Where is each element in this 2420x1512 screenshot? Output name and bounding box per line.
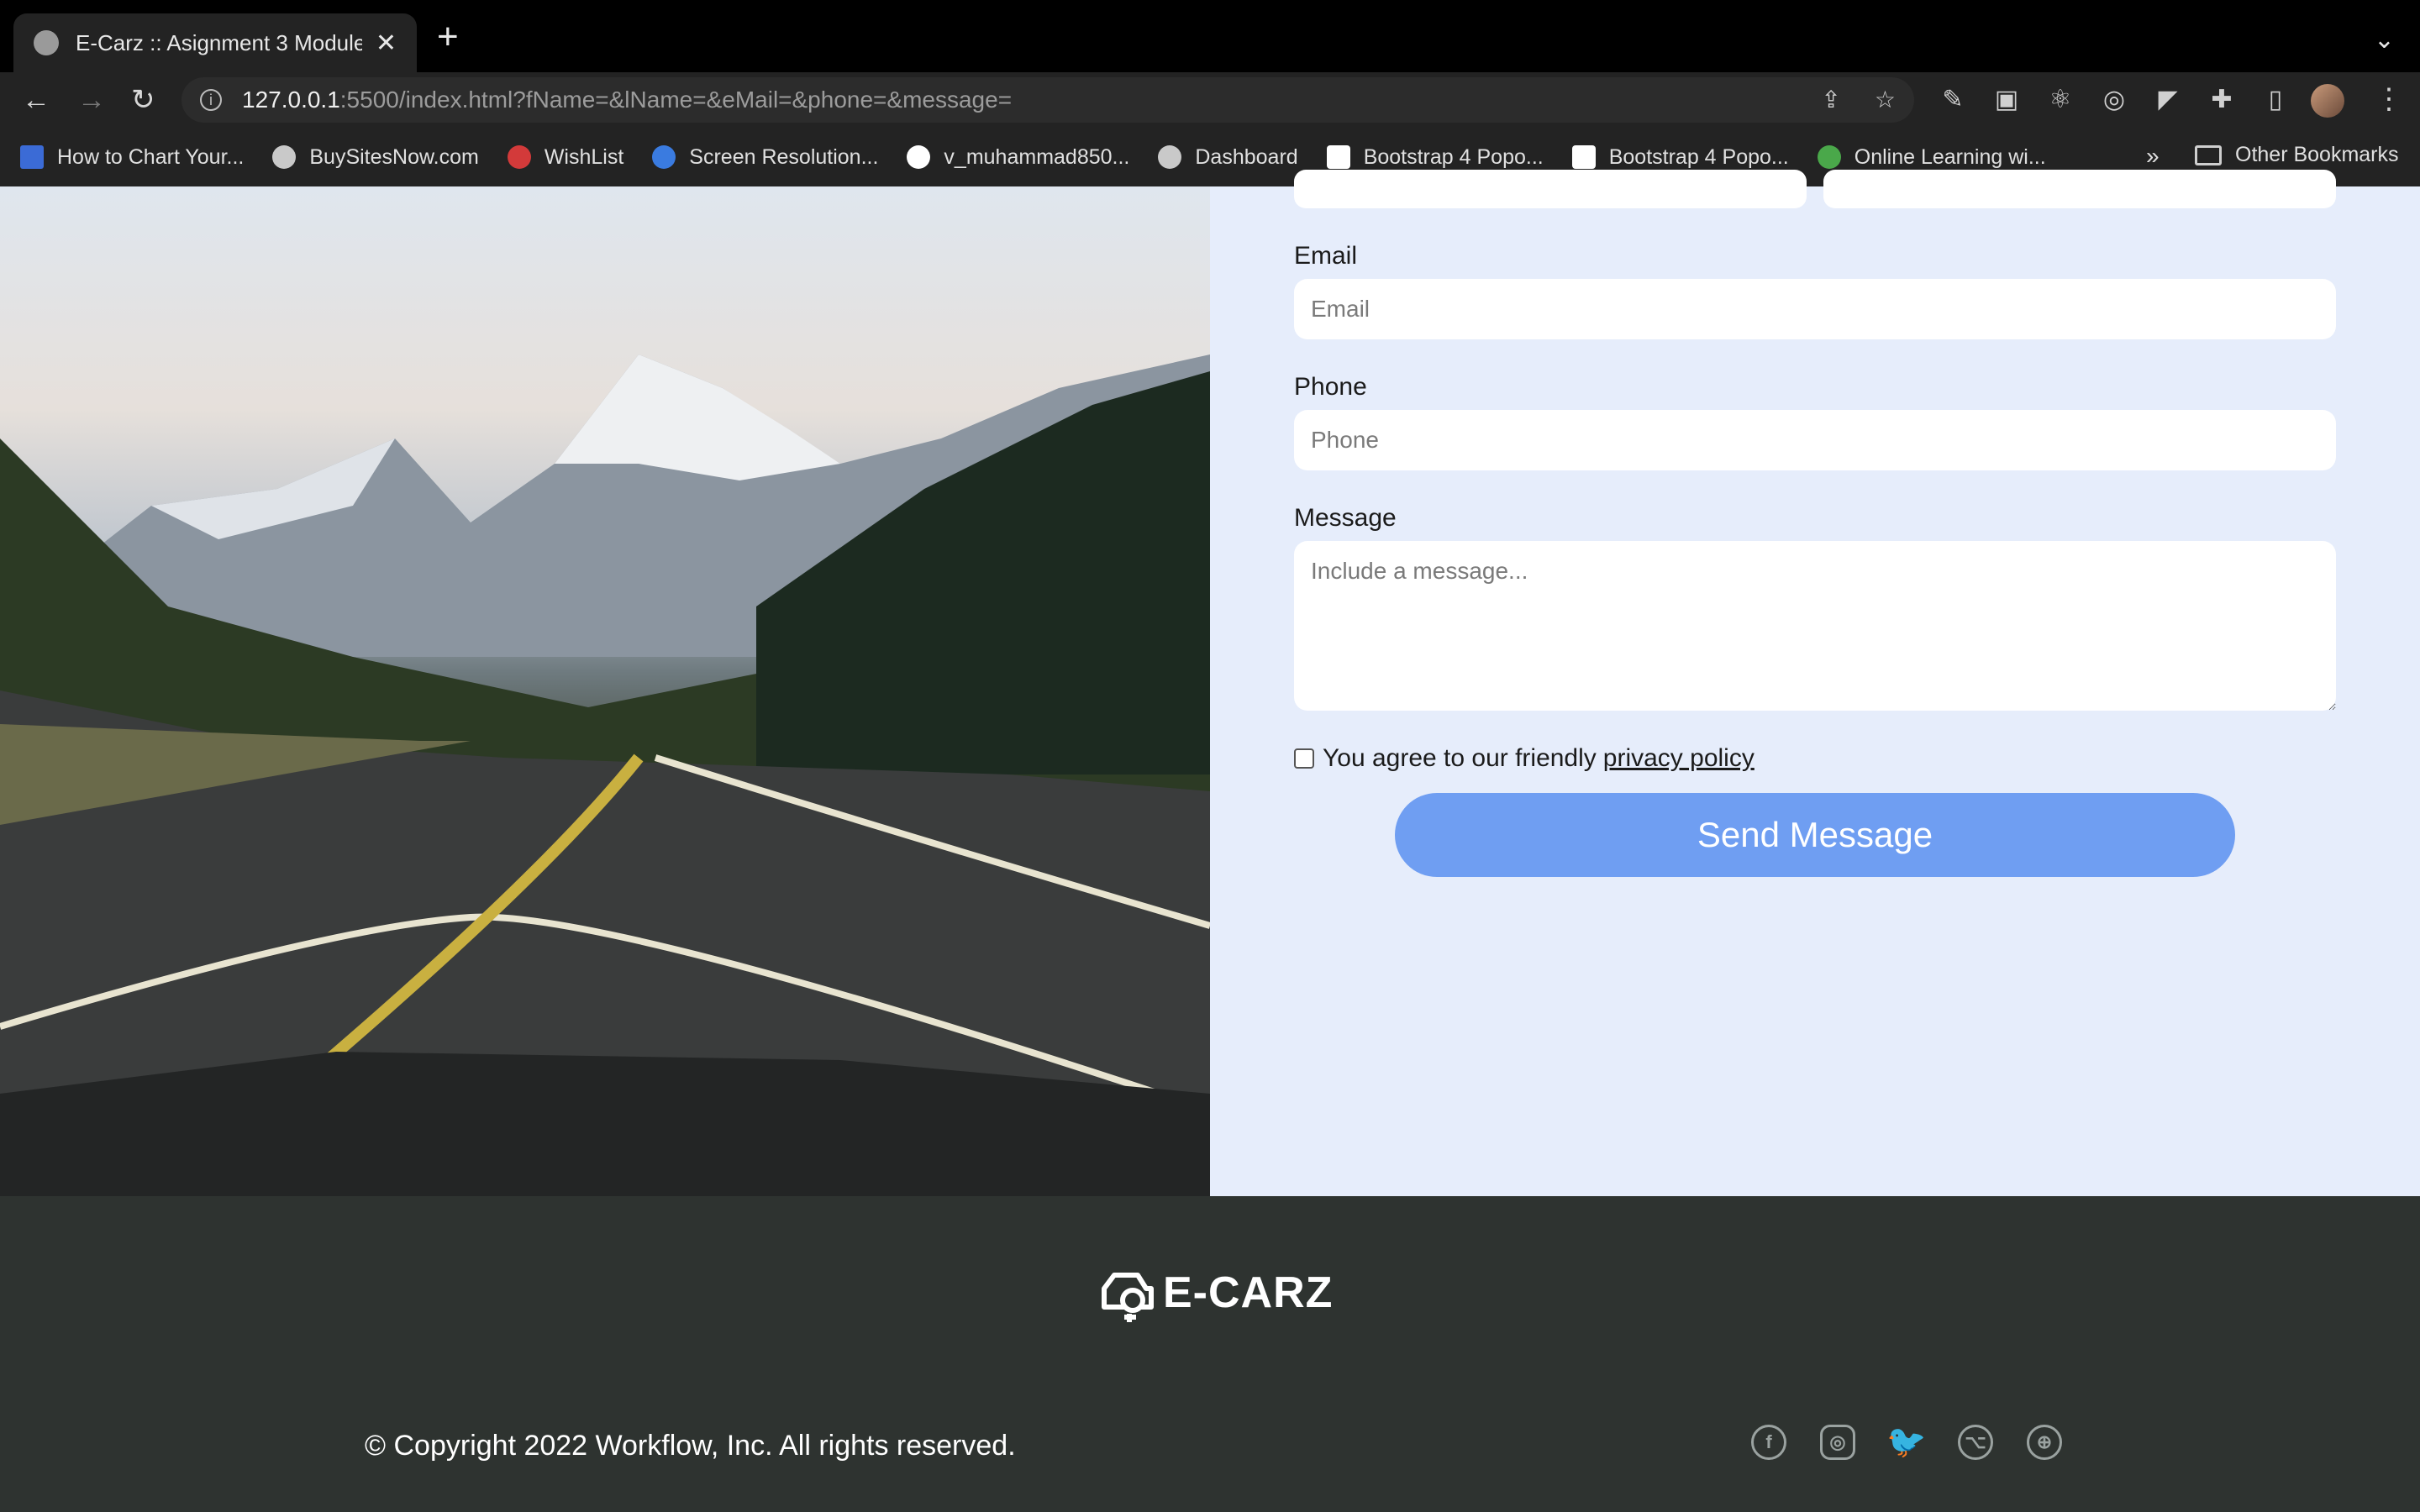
message-label: Message xyxy=(1294,504,1397,532)
phone-label: Phone xyxy=(1294,373,1367,401)
bookmark-favicon-icon xyxy=(20,145,44,169)
instagram-icon[interactable]: ◎ xyxy=(1820,1425,1855,1460)
info-icon[interactable]: i xyxy=(200,89,222,111)
ecarz-logo[interactable]: E-CARZ xyxy=(1099,1263,1333,1322)
browser-chrome: E-Carz :: Asignment 3 Module ✕ + ⌄ ← → ↻… xyxy=(0,0,2420,186)
other-bookmarks[interactable]: Other Bookmarks xyxy=(2195,143,2399,167)
puzzle-icon[interactable]: ✚ xyxy=(2207,84,2237,114)
page-viewport: Email Phone Message You agree to our fri… xyxy=(0,170,2420,1512)
site-footer: E-CARZ © Copyright 2022 Workflow, Inc. A… xyxy=(0,1196,2420,1512)
bookmark-item[interactable]: Screen Resolution... xyxy=(652,145,878,170)
tab-strip: E-Carz :: Asignment 3 Module ✕ + ⌄ xyxy=(0,0,2420,72)
folder-icon xyxy=(2195,144,2222,165)
extensions-bar: ✎ ▣ ⚛ ◎ ◤ ✚ ▯ xyxy=(1938,84,2291,114)
address-bar[interactable]: i 127.0.0.1:5500/index.html?fName=&lName… xyxy=(182,77,1914,123)
close-icon[interactable]: ✕ xyxy=(376,29,397,58)
email-label: Email xyxy=(1294,242,1358,270)
bookmark-item[interactable]: Dashboard xyxy=(1158,145,1298,170)
message-field[interactable] xyxy=(1294,541,2336,711)
github-icon[interactable]: ⌥ xyxy=(1958,1425,1993,1460)
screen-resolution-icon xyxy=(652,145,676,169)
bookmark-item[interactable]: v_muhammad850... xyxy=(907,145,1129,170)
copyright-text: © Copyright 2022 Workflow, Inc. All righ… xyxy=(365,1430,1016,1462)
back-icon[interactable]: ← xyxy=(22,84,50,116)
contact-form: Email Phone Message You agree to our fri… xyxy=(1210,170,2420,1196)
globe-icon xyxy=(272,145,297,169)
play-icon xyxy=(1817,145,1841,169)
social-links: f ◎ 🐦 ⌥ ⊕ xyxy=(1751,1425,2062,1460)
react-extension-icon[interactable]: ⚛ xyxy=(2045,84,2075,114)
bookmark-item[interactable]: BuySitesNow.com xyxy=(272,145,479,170)
pen-extension-icon[interactable]: ✎ xyxy=(1938,84,1968,114)
profile-avatar[interactable] xyxy=(2311,84,2344,118)
email-field[interactable] xyxy=(1294,279,2336,339)
reload-icon[interactable]: ↻ xyxy=(131,84,155,116)
codepen-icon xyxy=(1326,145,1350,169)
target-extension-icon[interactable]: ◎ xyxy=(2099,84,2129,114)
bookmark-item[interactable]: Bootstrap 4 Popo... xyxy=(1571,145,1789,170)
car-plug-icon xyxy=(1102,1273,1154,1322)
bookmark-item[interactable]: Online Learning wi... xyxy=(1817,145,2046,170)
facebook-icon[interactable]: f xyxy=(1751,1425,1786,1460)
globe-icon xyxy=(34,30,59,55)
sidepanel-icon[interactable]: ▯ xyxy=(2260,84,2291,114)
twitter-icon[interactable]: 🐦 xyxy=(1886,1425,1926,1460)
active-tab[interactable]: E-Carz :: Asignment 3 Module ✕ xyxy=(13,13,417,72)
first-name-input[interactable] xyxy=(1294,170,1807,208)
window-extension-icon[interactable]: ▣ xyxy=(1991,84,2022,114)
agree-checkbox[interactable] xyxy=(1294,748,1314,769)
browser-toolbar: ← → ↻ i 127.0.0.1:5500/index.html?fName=… xyxy=(0,72,2420,128)
last-name-input[interactable] xyxy=(1823,170,2336,208)
agree-text: You agree to our friendly xyxy=(1323,744,1597,772)
send-message-button[interactable]: Send Message xyxy=(1395,793,2235,877)
dribbble-icon[interactable]: ⊕ xyxy=(2027,1425,2062,1460)
forward-icon[interactable]: → xyxy=(77,84,106,116)
globe-icon xyxy=(1158,145,1182,169)
bookmark-item[interactable]: WishList xyxy=(507,145,623,170)
logo-text: E-CARZ xyxy=(1163,1268,1334,1317)
url-host: 127.0.0.1 xyxy=(242,87,340,113)
star-icon[interactable]: ☆ xyxy=(1875,86,1896,113)
privacy-agreement: You agree to our friendly privacy policy xyxy=(1294,744,1754,773)
mountain-road-image xyxy=(0,186,1210,1196)
flag-extension-icon[interactable]: ◤ xyxy=(2153,84,2183,114)
share-icon[interactable]: ⇪ xyxy=(1821,86,1840,113)
more-bookmarks-button[interactable]: » xyxy=(2146,143,2160,170)
google-icon xyxy=(907,145,931,169)
chevron-down-icon[interactable]: ⌄ xyxy=(2374,25,2395,55)
phone-field[interactable] xyxy=(1294,410,2336,470)
bookmark-item[interactable]: Bootstrap 4 Popo... xyxy=(1326,145,1544,170)
wishlist-icon xyxy=(507,145,531,169)
codepen-icon xyxy=(1571,145,1596,169)
url-path: :5500/index.html?fName=&lName=&eMail=&ph… xyxy=(339,87,1013,113)
menu-icon[interactable]: ⋮ xyxy=(2375,82,2403,116)
bookmark-item[interactable]: How to Chart Your... xyxy=(20,145,244,170)
new-tab-button[interactable]: + xyxy=(437,18,459,55)
privacy-policy-link[interactable]: privacy policy xyxy=(1603,744,1754,773)
tab-title: E-Carz :: Asignment 3 Module xyxy=(76,29,362,55)
